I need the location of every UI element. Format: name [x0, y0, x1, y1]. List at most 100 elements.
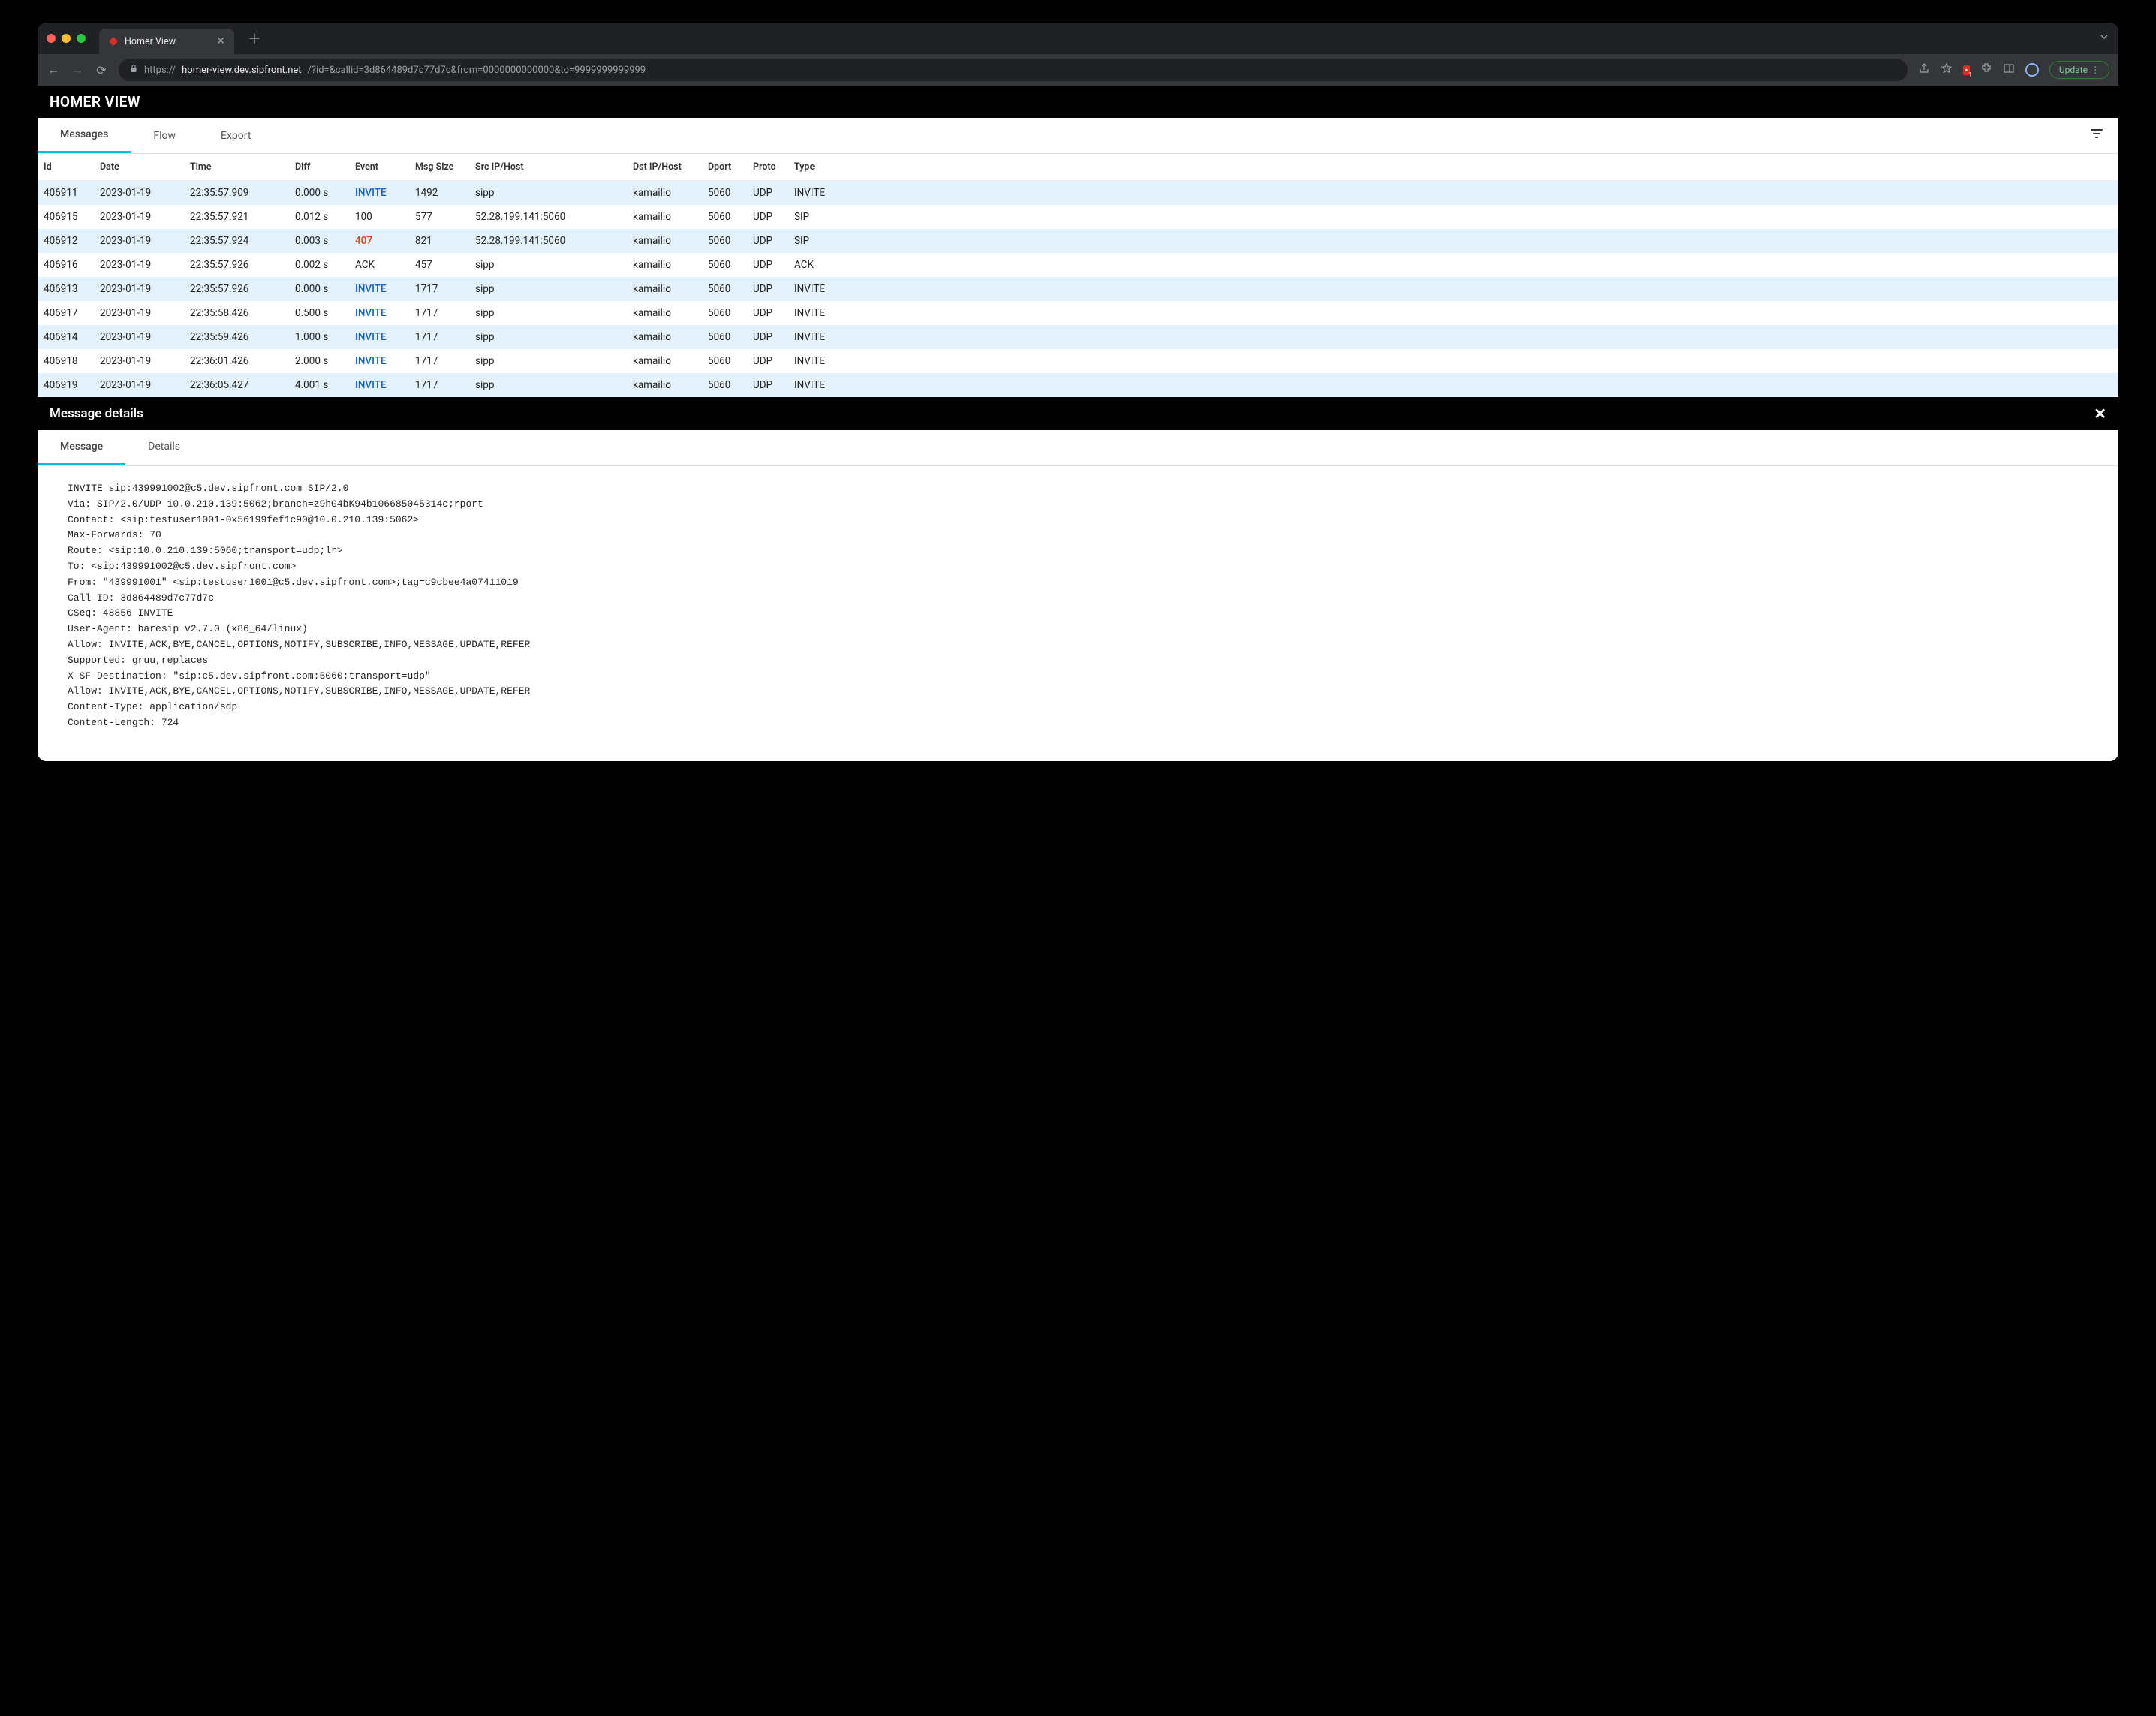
page-content: HOMER VIEW Messages Flow Export Id Date …: [38, 86, 2118, 761]
cell-dport: 5060: [702, 349, 747, 373]
cell-date: 2023-01-19: [94, 349, 184, 373]
cell-size: 1717: [409, 301, 469, 325]
cell-time: 22:35:57.909: [184, 181, 289, 206]
cell-proto: UDP: [747, 181, 788, 206]
cell-dst: kamailio: [627, 205, 702, 229]
share-icon[interactable]: [1918, 62, 1930, 77]
cell-src: 52.28.199.141:5060: [469, 205, 627, 229]
window-minimize-button[interactable]: [62, 34, 71, 43]
cell-src: sipp: [469, 325, 627, 349]
cell-dst: kamailio: [627, 277, 702, 301]
col-src[interactable]: Src IP/Host: [469, 154, 627, 181]
back-button[interactable]: ←: [47, 62, 60, 77]
cell-size: 1717: [409, 349, 469, 373]
cell-type: INVITE: [788, 325, 2118, 349]
cell-dst: kamailio: [627, 349, 702, 373]
cell-type: INVITE: [788, 349, 2118, 373]
cell-event: INVITE: [349, 277, 409, 301]
cell-event: INVITE: [349, 181, 409, 206]
col-proto[interactable]: Proto: [747, 154, 788, 181]
reload-button[interactable]: ⟳: [95, 63, 108, 77]
col-diff[interactable]: Diff: [289, 154, 349, 181]
cell-diff: 0.002 s: [289, 253, 349, 277]
col-dst[interactable]: Dst IP/Host: [627, 154, 702, 181]
table-row[interactable]: 4069142023-01-1922:35:59.4261.000 sINVIT…: [38, 325, 2118, 349]
update-label: Update: [2059, 65, 2088, 75]
browser-window: Homer View ✕ ＋ ← → ⟳ https://homer-view.…: [38, 23, 2118, 761]
cell-size: 457: [409, 253, 469, 277]
cell-dst: kamailio: [627, 373, 702, 397]
table-row[interactable]: 4069122023-01-1922:35:57.9240.003 s40782…: [38, 229, 2118, 253]
cell-dport: 5060: [702, 325, 747, 349]
cell-date: 2023-01-19: [94, 325, 184, 349]
cell-time: 22:35:57.924: [184, 229, 289, 253]
tab-messages[interactable]: Messages: [38, 118, 131, 153]
table-row[interactable]: 4069112023-01-1922:35:57.9090.000 sINVIT…: [38, 181, 2118, 206]
window-close-button[interactable]: [47, 34, 56, 43]
cell-type: SIP: [788, 229, 2118, 253]
cell-dport: 5060: [702, 229, 747, 253]
browser-tab[interactable]: Homer View ✕: [99, 29, 234, 54]
cell-size: 1492: [409, 181, 469, 206]
cell-id: 406914: [38, 325, 94, 349]
extensions-icon[interactable]: [1980, 62, 1992, 77]
cell-src: sipp: [469, 301, 627, 325]
col-type[interactable]: Type: [788, 154, 2118, 181]
col-dport[interactable]: Dport: [702, 154, 747, 181]
cell-dport: 5060: [702, 181, 747, 206]
cell-size: 1717: [409, 277, 469, 301]
message-body: INVITE sip:439991002@c5.dev.sipfront.com…: [38, 466, 2118, 761]
cell-dst: kamailio: [627, 253, 702, 277]
extension-badge-icon[interactable]: ▪1: [1963, 65, 1970, 75]
cell-proto: UDP: [747, 229, 788, 253]
col-msgsize[interactable]: Msg Size: [409, 154, 469, 181]
cell-type: INVITE: [788, 277, 2118, 301]
cell-date: 2023-01-19: [94, 301, 184, 325]
cell-diff: 0.000 s: [289, 277, 349, 301]
panel-icon[interactable]: [2003, 62, 2015, 77]
col-time[interactable]: Time: [184, 154, 289, 181]
cell-size: 577: [409, 205, 469, 229]
details-title: Message details: [50, 406, 143, 421]
filter-icon[interactable]: [2075, 127, 2118, 144]
cell-event: INVITE: [349, 373, 409, 397]
table-row[interactable]: 4069132023-01-1922:35:57.9260.000 sINVIT…: [38, 277, 2118, 301]
col-event[interactable]: Event: [349, 154, 409, 181]
details-tab-details[interactable]: Details: [125, 430, 203, 465]
cell-event: 100: [349, 205, 409, 229]
cell-event: 407: [349, 229, 409, 253]
profile-icon[interactable]: [2025, 63, 2039, 77]
table-row[interactable]: 4069182023-01-1922:36:01.4262.000 sINVIT…: [38, 349, 2118, 373]
tab-flow[interactable]: Flow: [131, 119, 198, 152]
cell-diff: 0.012 s: [289, 205, 349, 229]
cell-time: 22:35:59.426: [184, 325, 289, 349]
details-tabs: Message Details: [38, 430, 2118, 466]
cell-id: 406911: [38, 181, 94, 206]
cell-proto: UDP: [747, 325, 788, 349]
update-button[interactable]: Update ⋮: [2049, 61, 2109, 79]
col-id[interactable]: Id: [38, 154, 94, 181]
forward-button[interactable]: →: [71, 62, 84, 77]
tab-export[interactable]: Export: [198, 119, 273, 152]
bookmark-star-icon[interactable]: [1941, 62, 1953, 77]
cell-type: INVITE: [788, 373, 2118, 397]
tab-overflow-icon[interactable]: [2099, 32, 2109, 45]
window-maximize-button[interactable]: [77, 34, 86, 43]
tab-close-icon[interactable]: ✕: [216, 35, 225, 47]
col-date[interactable]: Date: [94, 154, 184, 181]
new-tab-button[interactable]: ＋: [240, 29, 269, 48]
details-close-icon[interactable]: ✕: [2094, 405, 2106, 423]
cell-src: sipp: [469, 181, 627, 206]
details-tab-message[interactable]: Message: [38, 430, 125, 465]
cell-event: INVITE: [349, 325, 409, 349]
table-row[interactable]: 4069192023-01-1922:36:05.4274.001 sINVIT…: [38, 373, 2118, 397]
url-path: /?id=&callid=3d864489d7c77d7c&from=00000…: [308, 65, 646, 76]
cell-event: INVITE: [349, 301, 409, 325]
table-row[interactable]: 4069162023-01-1922:35:57.9260.002 sACK45…: [38, 253, 2118, 277]
url-input[interactable]: https://homer-view.dev.sipfront.net/?id=…: [119, 59, 1908, 81]
cell-date: 2023-01-19: [94, 181, 184, 206]
cell-id: 406916: [38, 253, 94, 277]
cell-time: 22:36:05.427: [184, 373, 289, 397]
table-row[interactable]: 4069152023-01-1922:35:57.9210.012 s10057…: [38, 205, 2118, 229]
table-row[interactable]: 4069172023-01-1922:35:58.4260.500 sINVIT…: [38, 301, 2118, 325]
